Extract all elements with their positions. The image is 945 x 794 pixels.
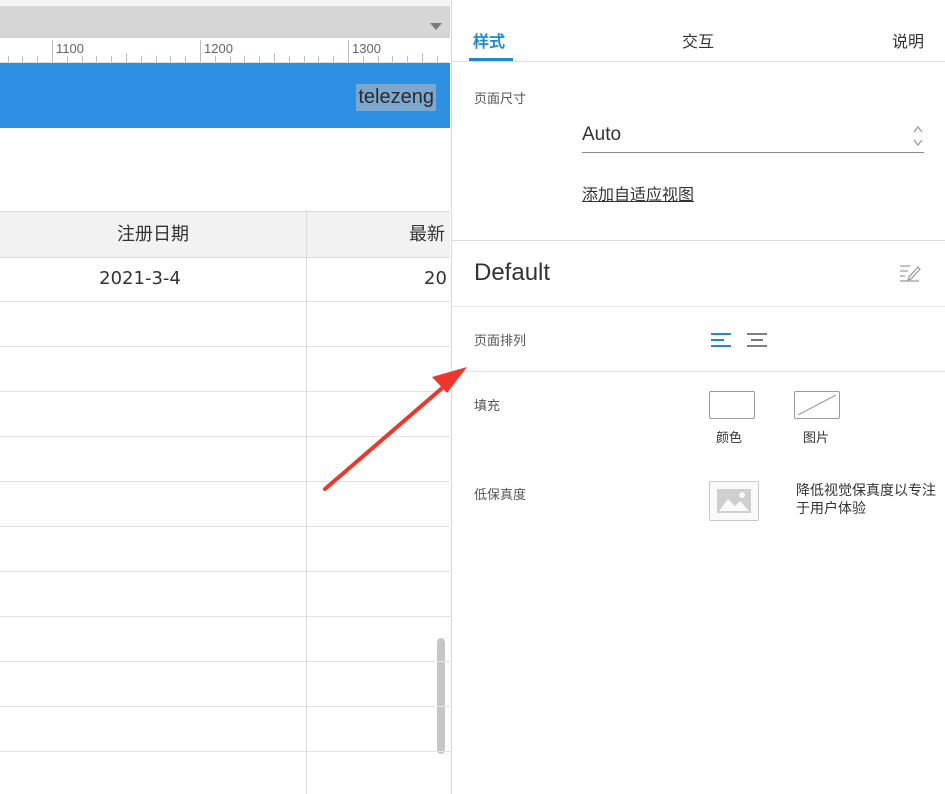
ruler-tick [141, 56, 142, 62]
ruler-tick [111, 56, 112, 62]
ruler-label: 1300 [352, 41, 381, 56]
ruler-label: 1100 [56, 41, 84, 56]
page-style-name: Default [474, 259, 551, 286]
ruler-tick [378, 56, 379, 62]
image-placeholder-icon [717, 489, 751, 513]
diagonal-slash-icon [797, 394, 837, 416]
ruler-tick [363, 56, 364, 62]
chevron-down-icon[interactable] [430, 23, 442, 30]
low-fidelity-description: 降低视觉保真度以专注于用户体验 [796, 483, 936, 517]
table-row-line [0, 616, 450, 617]
ruler-tick [348, 40, 349, 62]
tab-interactions[interactable]: 交互 [682, 28, 714, 52]
ruler-tick [52, 40, 53, 62]
ruler-tick [126, 53, 127, 62]
table-row-line [0, 526, 450, 527]
ruler-tick [185, 56, 186, 62]
table-row-line [0, 571, 450, 572]
table-row-line [0, 346, 450, 347]
ruler-tick [37, 56, 38, 62]
edit-style-icon[interactable] [898, 262, 922, 284]
ruler-tick [170, 56, 171, 62]
ruler-tick [156, 56, 157, 62]
fill-image-label: 图片 [803, 431, 830, 446]
ruler-tick [318, 56, 319, 62]
align-center-icon[interactable] [746, 332, 768, 348]
table-header-row: 注册日期 最新 [0, 211, 450, 258]
fill-color-swatch[interactable] [709, 391, 755, 419]
add-adaptive-view-link[interactable]: 添加自适应视图 [582, 181, 694, 205]
column-header-latest[interactable]: 最新 [307, 212, 450, 257]
ruler-tick [259, 56, 260, 62]
table-row-line [0, 481, 450, 482]
ruler-tick [67, 56, 68, 62]
page-size-label: 页面尺寸 [474, 92, 527, 107]
table-row-line [0, 391, 450, 392]
inspector-panel: 样式 交互 说明 页面尺寸 Auto 添加自适应视图 Default 页面排列 … [451, 0, 945, 794]
ruler-tick [215, 56, 216, 62]
low-fidelity-toggle[interactable] [709, 481, 759, 521]
section-divider [452, 306, 945, 307]
ruler-tick [96, 56, 97, 62]
table-row-line [0, 751, 450, 752]
align-left-icon[interactable] [710, 332, 732, 348]
header-username[interactable]: telezeng [356, 84, 436, 111]
fill-image-button[interactable] [794, 391, 840, 419]
page-size-select[interactable]: Auto [582, 122, 924, 153]
tab-notes[interactable]: 说明 [892, 28, 924, 52]
low-fidelity-label: 低保真度 [474, 488, 527, 503]
fill-label: 填充 [474, 399, 501, 414]
horizontal-ruler: 1100 1200 1300 [0, 38, 450, 63]
ruler-tick [422, 53, 423, 62]
spinner-arrows-icon[interactable] [912, 123, 924, 149]
column-header-register-date[interactable]: 注册日期 [0, 212, 306, 257]
ruler-tick [274, 53, 275, 62]
ruler-tick [304, 56, 305, 62]
ruler-tick [244, 56, 245, 62]
section-divider [452, 371, 945, 372]
ruler-tick [333, 56, 334, 62]
fill-color-label: 颜色 [716, 431, 743, 446]
ruler-tick [289, 56, 290, 62]
page-dropdown-bar[interactable] [0, 6, 450, 38]
tabs-divider [452, 61, 945, 62]
ruler-label: 1200 [204, 41, 233, 56]
table-row-line [0, 436, 450, 437]
ruler-tick [230, 56, 231, 62]
table-row-line [0, 301, 450, 302]
ruler-tick [8, 56, 9, 62]
design-canvas[interactable]: 1100 1200 1300 telezeng 注册日期 最新 2021-3-4 2… [0, 0, 450, 794]
section-divider [452, 240, 945, 241]
canvas-header-bar[interactable]: telezeng [0, 63, 450, 128]
vertical-scrollbar-thumb[interactable] [437, 638, 445, 754]
ruler-tick [22, 56, 23, 62]
page-arrange-label: 页面排列 [474, 334, 527, 349]
ruler-tick [200, 40, 201, 62]
tab-style[interactable]: 样式 [473, 28, 505, 52]
ruler-tick [82, 56, 83, 62]
table-cell[interactable]: 2021-3-4 [0, 257, 280, 301]
ruler-tick [437, 56, 438, 62]
page-size-value: Auto [582, 124, 622, 145]
ruler-tick [407, 56, 408, 62]
table-cell[interactable]: 20 [307, 257, 450, 301]
ruler-tick [392, 56, 393, 62]
table-row-line [0, 706, 450, 707]
table-row-line [0, 661, 450, 662]
